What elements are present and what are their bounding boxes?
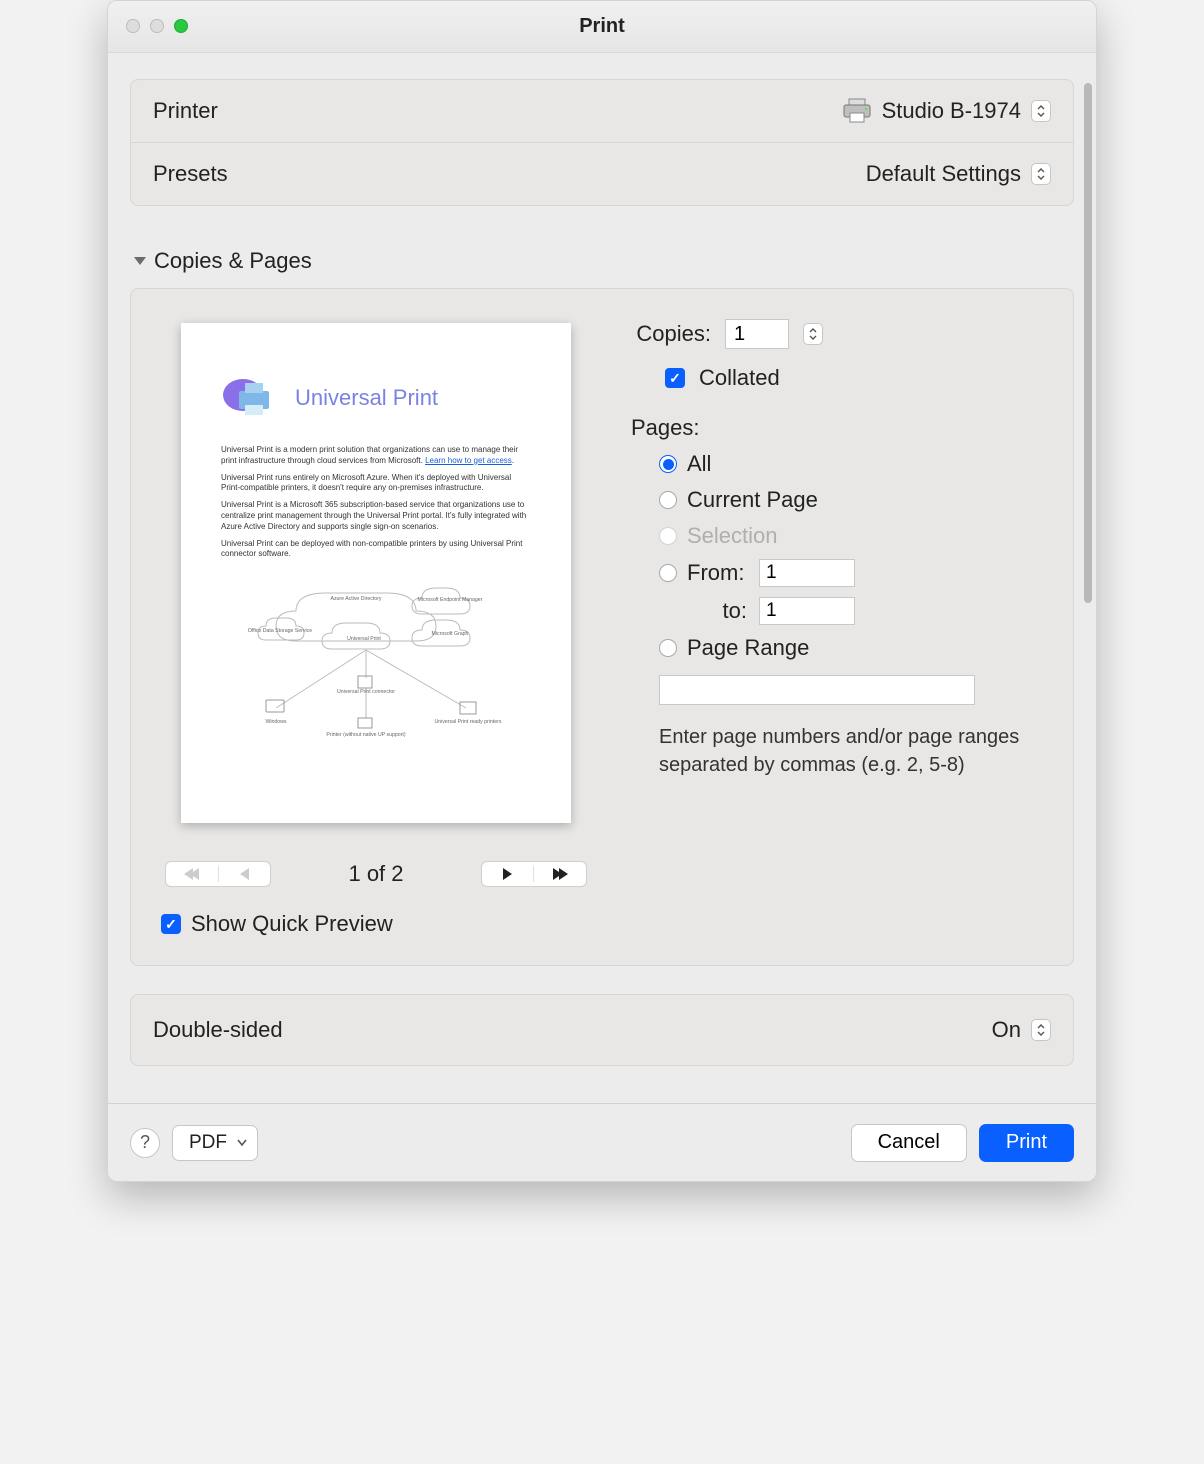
preview-pager: 1 of 2	[161, 861, 591, 887]
page-indicator: 1 of 2	[348, 861, 403, 887]
last-page-button[interactable]	[534, 868, 586, 880]
zoom-window-button[interactable]	[174, 19, 188, 33]
cancel-button[interactable]: Cancel	[851, 1124, 967, 1162]
presets-select[interactable]: Default Settings	[866, 161, 1051, 187]
pdf-menu-button[interactable]: PDF	[172, 1125, 258, 1161]
double-sided-value: On	[992, 1017, 1021, 1043]
printer-presets-panel: Printer Studio B-1974 Presets	[130, 79, 1074, 206]
double-sided-select[interactable]: On	[992, 1017, 1051, 1043]
presets-label: Presets	[153, 161, 228, 187]
controls-column: Copies: Collated Pages:	[631, 323, 1043, 937]
printer-select[interactable]: Studio B-1974	[842, 98, 1051, 124]
stepper-icon	[1031, 163, 1051, 185]
architecture-diagram: Azure Active Directory Microsoft Endpoin…	[236, 568, 516, 758]
help-icon: ?	[140, 1132, 150, 1153]
next-page-button[interactable]	[481, 861, 587, 887]
presets-row: Presets Default Settings	[131, 142, 1073, 205]
svg-text:Printer (without native UP sup: Printer (without native UP support)	[326, 732, 405, 738]
close-window-button[interactable]	[126, 19, 140, 33]
pages-label: Pages:	[631, 415, 1043, 441]
show-quick-preview-label: Show Quick Preview	[191, 911, 393, 937]
preview-heading: Universal Print	[295, 383, 438, 413]
dialog-body: Printer Studio B-1974 Presets	[108, 53, 1096, 1103]
print-button[interactable]: Print	[979, 1124, 1074, 1162]
scrollbar-thumb[interactable]	[1084, 83, 1092, 603]
copies-input[interactable]	[725, 319, 789, 349]
collated-checkbox[interactable]	[665, 368, 685, 388]
pages-current-label: Current Page	[687, 487, 818, 513]
section-title: Copies & Pages	[154, 248, 312, 274]
svg-text:Office Data Storage Service: Office Data Storage Service	[248, 628, 312, 634]
svg-text:Universal Print connector: Universal Print connector	[337, 689, 395, 695]
page-range-help: Enter page numbers and/or page ranges se…	[659, 723, 1043, 779]
svg-text:Azure Active Directory: Azure Active Directory	[330, 596, 381, 602]
svg-text:Universal Print ready printers: Universal Print ready printers	[435, 719, 502, 725]
pages-range-radio[interactable]	[659, 639, 677, 657]
from-label: From:	[687, 560, 747, 586]
svg-text:Microsoft Graph: Microsoft Graph	[432, 631, 469, 637]
chevron-down-icon	[237, 1136, 247, 1150]
copies-label: Copies:	[631, 321, 711, 347]
stepper-icon	[1031, 100, 1051, 122]
show-quick-preview-row: Show Quick Preview	[161, 911, 591, 937]
chevron-down-icon	[134, 257, 146, 265]
preview-link: Learn how to get access	[425, 456, 512, 465]
page-range-input[interactable]	[659, 675, 975, 705]
titlebar: Print	[108, 1, 1096, 53]
printer-row: Printer Studio B-1974	[131, 80, 1073, 142]
from-input[interactable]	[759, 559, 855, 587]
pages-selection-radio	[659, 527, 677, 545]
pages-all-radio[interactable]	[659, 455, 677, 473]
presets-value: Default Settings	[866, 161, 1021, 187]
help-button[interactable]: ?	[130, 1128, 160, 1158]
prev-page-button[interactable]	[219, 868, 271, 880]
printer-label: Printer	[153, 98, 218, 124]
cloud-printer-icon	[221, 373, 281, 423]
dialog-footer: ? PDF Cancel Print	[108, 1103, 1096, 1181]
pdf-label: PDF	[189, 1132, 227, 1154]
stepper-icon	[1031, 1019, 1051, 1041]
to-label: to:	[687, 598, 747, 624]
double-sided-label: Double-sided	[153, 1017, 283, 1043]
svg-text:Windows: Windows	[265, 719, 286, 725]
copies-stepper[interactable]	[803, 323, 823, 345]
copies-pages-panel: Universal Print Universal Print is a mod…	[130, 288, 1074, 966]
preview-column: Universal Print Universal Print is a mod…	[161, 323, 591, 937]
printer-value: Studio B-1974	[882, 98, 1021, 124]
copies-pages-header[interactable]: Copies & Pages	[130, 234, 1074, 288]
pages-current-radio[interactable]	[659, 491, 677, 509]
svg-text:Microsoft Endpoint Manager: Microsoft Endpoint Manager	[418, 597, 483, 603]
page-preview: Universal Print Universal Print is a mod…	[181, 323, 571, 823]
to-input[interactable]	[759, 597, 855, 625]
collated-label: Collated	[699, 365, 780, 391]
show-quick-preview-checkbox[interactable]	[161, 914, 181, 934]
first-page-button[interactable]	[165, 861, 271, 887]
print-dialog: Print Printer Studio B-1974	[107, 0, 1097, 1182]
svg-text:Universal Print: Universal Print	[347, 636, 381, 642]
double-sided-panel: Double-sided On	[130, 994, 1074, 1066]
pages-selection-label: Selection	[687, 523, 778, 549]
pages-from-radio[interactable]	[659, 564, 677, 582]
printer-icon	[842, 98, 872, 124]
dialog-title: Print	[579, 15, 625, 38]
window-controls	[126, 19, 188, 33]
pages-range-label: Page Range	[687, 635, 809, 661]
pages-all-label: All	[687, 451, 711, 477]
minimize-window-button[interactable]	[150, 19, 164, 33]
